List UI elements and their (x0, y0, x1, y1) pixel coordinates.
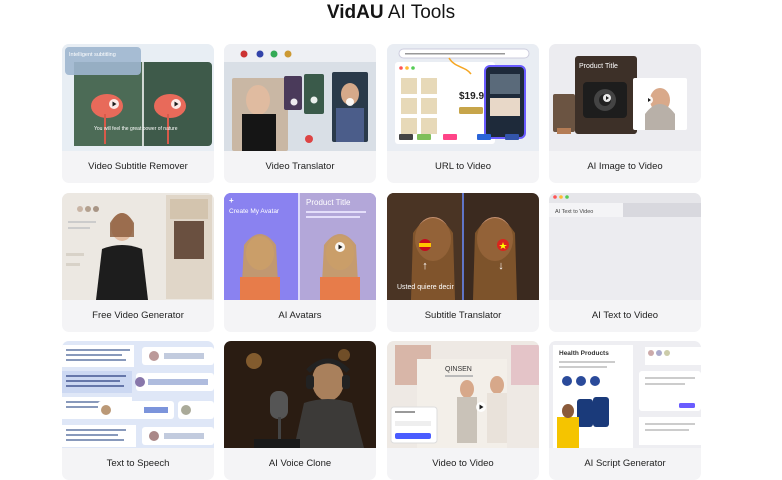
tool-thumbnail: AI Text to Video (549, 193, 701, 300)
tool-label: AI Voice Clone (268, 458, 332, 469)
tool-label: Video to Video (432, 458, 494, 469)
tool-label: URL to Video (435, 161, 491, 172)
tool-thumbnail: $19.9 (387, 44, 539, 151)
thumb-brand: QINSEN (445, 366, 472, 373)
tool-thumbnail (224, 341, 376, 448)
tools-grid: Intelligent subtitling You will feel the… (0, 0, 782, 480)
tool-label: Text to Speech (106, 458, 170, 469)
svg-text:↓: ↓ (498, 260, 504, 272)
tool-label: Video Translator (265, 161, 335, 172)
tool-card-video-to-video[interactable]: QINSEN Video to Video (387, 341, 539, 480)
tool-card-ai-script-generator[interactable]: Health Products AI Script Generator (549, 341, 701, 480)
thumb-title: Product Title (306, 198, 351, 207)
subtitle-badge: Intelligent subtitling (69, 52, 116, 58)
tool-thumbnail (62, 193, 214, 300)
tool-label: Subtitle Translator (424, 310, 502, 321)
tool-card-ai-voice-clone[interactable]: AI Voice Clone (224, 341, 376, 480)
thumb-caption: Usted quiere decir (397, 284, 454, 291)
thumb-title: Product Title (579, 63, 618, 70)
tool-card-text-to-speech[interactable]: Text to Speech (62, 341, 214, 480)
tool-thumbnail: ↑ ↓ Usted quiere decir (387, 193, 539, 300)
tool-thumbnail: + Create My Avatar Product Title (224, 193, 376, 300)
create-avatar-text: Create My Avatar (229, 208, 280, 215)
thumb-title: Health Products (559, 350, 609, 357)
tool-thumbnail: Health Products (549, 341, 701, 448)
tool-card-video-translator[interactable]: Video Translator (224, 44, 376, 183)
tool-thumbnail: Product Title (549, 44, 701, 151)
tool-label: AI Text to Video (591, 310, 659, 321)
thumb-tab: AI Text to Video (555, 209, 593, 215)
tool-label: AI Avatars (278, 310, 322, 321)
tool-card-free-video-generator[interactable]: Free Video Generator (62, 193, 214, 332)
tool-label: AI Script Generator (584, 458, 666, 469)
tool-label: Video Subtitle Remover (88, 161, 188, 172)
tool-thumbnail (62, 341, 214, 448)
price-tag: $19.9 (459, 91, 484, 102)
svg-text:↑: ↑ (422, 260, 428, 272)
tool-thumbnail: QINSEN (387, 341, 539, 448)
tool-label: Free Video Generator (92, 310, 184, 321)
tool-card-url-to-video[interactable]: $19.9 URL to Video (387, 44, 539, 183)
svg-text:+: + (229, 196, 234, 205)
tool-card-subtitle-translator[interactable]: ↑ ↓ Usted quiere decir Subtitle Translat… (387, 193, 539, 332)
tool-thumbnail: Intelligent subtitling You will feel the… (62, 44, 214, 151)
tool-card-ai-avatars[interactable]: + Create My Avatar Product Title AI Avat… (224, 193, 376, 332)
tool-label: AI Image to Video (587, 161, 663, 172)
thumb-caption: You will feel the great power of nature (94, 126, 178, 132)
tool-card-ai-image-to-video[interactable]: Product Title AI Image to Video (549, 44, 701, 183)
tool-card-video-subtitle-remover[interactable]: Intelligent subtitling You will feel the… (62, 44, 214, 183)
tool-thumbnail (224, 44, 376, 151)
tool-card-ai-text-to-video[interactable]: AI Text to Video AI Text to Video (549, 193, 701, 332)
